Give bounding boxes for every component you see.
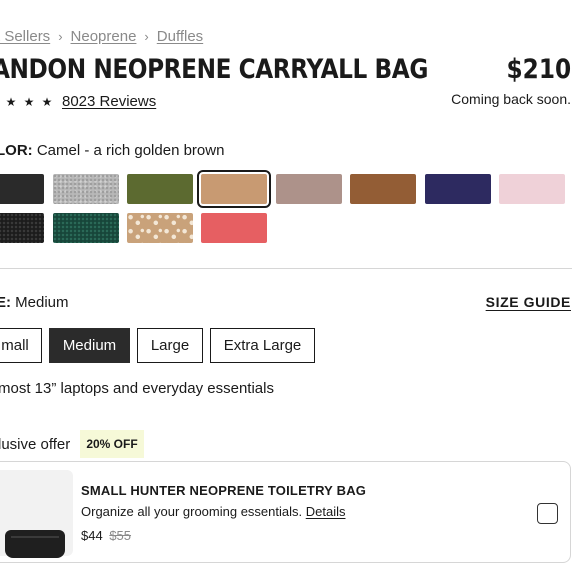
color-swatch-rust-brown[interactable] bbox=[350, 174, 416, 204]
color-label-key: LOR: bbox=[0, 142, 33, 159]
color-swatch-olive[interactable] bbox=[127, 174, 193, 204]
details-link[interactable]: Details bbox=[306, 504, 346, 519]
star-icon: ★ bbox=[5, 94, 17, 109]
offer-card[interactable]: SMALL HUNTER NEOPRENE TOILETRY BAG Organ… bbox=[0, 461, 571, 563]
chevron-right-icon: › bbox=[58, 29, 63, 44]
product-price: $210 bbox=[506, 54, 571, 85]
size-guide-link[interactable]: SIZE GUIDE bbox=[486, 294, 571, 310]
size-label-key: E: bbox=[0, 294, 11, 311]
breadcrumb-duffles[interactable]: Duffles bbox=[157, 28, 203, 45]
color-selected-value: Camel - a rich golden brown bbox=[36, 142, 225, 159]
stock-status: Coming back soon. bbox=[451, 91, 571, 107]
divider bbox=[0, 268, 572, 269]
product-title: ANDON NEOPRENE CARRYALL BAG bbox=[0, 54, 428, 85]
color-swatch-fawn-print[interactable] bbox=[127, 213, 193, 243]
size-option-extra-large[interactable]: Extra Large bbox=[210, 328, 315, 363]
color-swatch-black[interactable] bbox=[0, 174, 44, 204]
color-swatch-heather-grey[interactable] bbox=[53, 174, 119, 204]
size-option-large[interactable]: Large bbox=[137, 328, 203, 363]
breadcrumb: t Sellers › Neoprene › Duffles bbox=[0, 28, 203, 45]
size-selected-value: Medium bbox=[15, 294, 69, 311]
add-offer-checkbox[interactable] bbox=[537, 503, 558, 524]
size-description: most 13” laptops and everyday essentials bbox=[0, 380, 274, 397]
offer-original-price: $55 bbox=[109, 528, 132, 543]
size-option-small[interactable]: mall bbox=[0, 328, 42, 363]
star-icon: ★ bbox=[23, 94, 35, 109]
reviews-link[interactable]: 8023 Reviews bbox=[62, 93, 156, 110]
color-swatch-coral-red[interactable] bbox=[201, 213, 267, 243]
color-swatch-mauve[interactable] bbox=[276, 174, 342, 204]
color-swatch-dark-green-texture[interactable] bbox=[53, 213, 119, 243]
discount-badge: 20% OFF bbox=[80, 430, 144, 458]
offer-item-title: SMALL HUNTER NEOPRENE TOILETRY BAG bbox=[81, 483, 367, 498]
star-icon: ★ bbox=[41, 94, 53, 109]
toiletry-bag-image bbox=[5, 530, 65, 558]
offer-item-description: Organize all your grooming essentials. D… bbox=[81, 504, 345, 519]
offer-item-price: $44 $55 bbox=[81, 528, 131, 543]
breadcrumb-best-sellers[interactable]: t Sellers bbox=[0, 28, 50, 45]
color-swatch-black-texture[interactable] bbox=[0, 213, 44, 243]
breadcrumb-neoprene[interactable]: Neoprene bbox=[71, 28, 137, 45]
color-swatch-light-pink[interactable] bbox=[499, 174, 565, 204]
color-swatch-camel[interactable] bbox=[197, 170, 271, 208]
chevron-right-icon: › bbox=[144, 29, 149, 44]
offer-item-description-text: Organize all your grooming essentials. bbox=[81, 504, 303, 519]
color-label: LOR: Camel - a rich golden brown bbox=[0, 142, 224, 159]
offer-sale-price: $44 bbox=[81, 528, 103, 543]
offer-label: lusive offer bbox=[0, 436, 71, 453]
size-label: E: Medium bbox=[0, 294, 69, 311]
color-swatch-navy[interactable] bbox=[425, 174, 491, 204]
rating: ★ ★ ★ 8023 Reviews bbox=[4, 93, 157, 110]
product-thumbnail bbox=[0, 470, 73, 558]
size-option-medium[interactable]: Medium bbox=[49, 328, 130, 363]
